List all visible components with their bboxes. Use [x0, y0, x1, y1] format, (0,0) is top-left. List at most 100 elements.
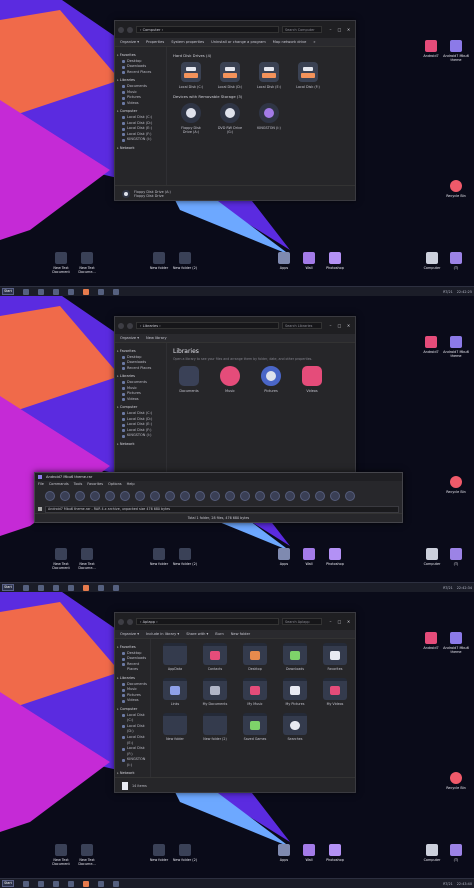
library-pictures[interactable]: Pictures: [259, 366, 283, 393]
desktop-icon-photoshop[interactable]: Photoshop: [320, 844, 350, 862]
sidebar-item-kingston[interactable]: KINGSTON (I:): [117, 137, 164, 143]
taskbar-icon-7[interactable]: [113, 584, 119, 591]
desktop-icon-t[interactable]: (T): [441, 252, 471, 270]
sidebar-item-disk-e[interactable]: Local Disk (E:): [117, 735, 148, 746]
taskbar-icon-5[interactable]: [83, 288, 89, 295]
sidebar-item-disk-c[interactable]: Local Disk (C:): [117, 713, 148, 724]
toolbar-organize[interactable]: Organize ▾: [120, 40, 139, 44]
folder-new-folder-2[interactable]: New folder (2): [201, 713, 229, 741]
desktop-icon-photoshop[interactable]: Photoshop: [320, 548, 350, 566]
start-button[interactable]: Start: [2, 880, 14, 887]
drive-e[interactable]: Local Disk (E:): [255, 62, 283, 89]
taskbar-icon-1[interactable]: [23, 880, 29, 887]
sidebar-item-kingston[interactable]: KINGSTON (I:): [117, 757, 148, 768]
folder-searches[interactable]: Searches: [281, 713, 309, 741]
taskbar-icon-5[interactable]: [83, 584, 89, 591]
kingston-drive[interactable]: KINGSTON (I:): [255, 103, 283, 134]
library-documents[interactable]: Documents: [177, 366, 201, 393]
tool-icon-18[interactable]: [300, 491, 310, 501]
toolbar-organize[interactable]: Organize ▾: [120, 336, 139, 340]
desktop-icon-theme[interactable]: Android7 Mbu6 theme: [441, 632, 471, 654]
dvd-drive[interactable]: DVD RW Drive (G:): [216, 103, 244, 134]
desktop-icon-t[interactable]: (T): [441, 844, 471, 862]
wizard-icon[interactable]: [135, 491, 145, 501]
toolbar-organize[interactable]: Organize ▾: [120, 632, 139, 636]
sidebar-item-kingston[interactable]: KINGSTON (I:): [117, 433, 164, 439]
tool-icon-17[interactable]: [285, 491, 295, 501]
taskbar-icon-1[interactable]: [23, 288, 29, 295]
toolbar-map-drive[interactable]: Map network drive: [273, 40, 307, 44]
taskbar-icon-4[interactable]: [68, 584, 74, 591]
add-icon[interactable]: [45, 491, 55, 501]
tray-clock[interactable]: 22:43:40: [457, 882, 472, 886]
forward-button[interactable]: [127, 618, 133, 625]
folder-contacts[interactable]: Contacts: [201, 643, 229, 671]
back-button[interactable]: [118, 26, 124, 33]
folder-saved-games[interactable]: Saved Games: [241, 713, 269, 741]
menu-options[interactable]: Options: [108, 482, 122, 486]
maximize-button[interactable]: □: [336, 27, 343, 33]
test-icon[interactable]: [75, 491, 85, 501]
tool-icon-21[interactable]: [345, 491, 355, 501]
taskbar-icon-4[interactable]: [68, 288, 74, 295]
menu-commands[interactable]: Commands: [49, 482, 69, 486]
back-button[interactable]: [118, 618, 124, 625]
desktop-icon-recycle-bin[interactable]: Recycle Bin: [441, 476, 471, 494]
menu-tools[interactable]: Tools: [74, 482, 83, 486]
desktop-icon-new-folder-2[interactable]: New folder (2): [170, 252, 200, 270]
sidebar-item-videos[interactable]: Videos: [117, 101, 164, 107]
library-music[interactable]: Music: [218, 366, 242, 393]
taskbar-icon-2[interactable]: [38, 584, 44, 591]
search-input[interactable]: Search Computer: [282, 26, 322, 33]
start-button[interactable]: Start: [2, 288, 14, 295]
tool-icon-16[interactable]: [270, 491, 280, 501]
removable-section-title[interactable]: Devices with Removable Storage (3): [173, 94, 349, 99]
taskbar-icon-2[interactable]: [38, 288, 44, 295]
sidebar-item-videos[interactable]: Videos: [117, 698, 148, 704]
folder-links[interactable]: Links: [161, 678, 189, 706]
repair-icon[interactable]: [165, 491, 175, 501]
toolbar-properties[interactable]: Properties: [146, 40, 164, 44]
forward-button[interactable]: [127, 322, 133, 329]
sidebar-item-recent[interactable]: Recent Places: [117, 662, 148, 673]
toolbar-include-library[interactable]: Include in library ▾: [146, 632, 179, 636]
tool-icon-14[interactable]: [240, 491, 250, 501]
taskbar-icon-1[interactable]: [23, 584, 29, 591]
desktop-icon-theme[interactable]: Android7 Mbu6 theme: [441, 40, 471, 62]
library-videos[interactable]: Videos: [300, 366, 324, 393]
minimize-button[interactable]: –: [327, 323, 334, 329]
forward-button[interactable]: [127, 26, 133, 33]
drive-d[interactable]: Local Disk (D:): [216, 62, 244, 89]
delete-icon[interactable]: [105, 491, 115, 501]
address-bar[interactable]: › Libraries ›: [136, 322, 279, 329]
toolbar-more[interactable]: »: [313, 40, 315, 44]
start-button[interactable]: Start: [2, 584, 14, 591]
minimize-button[interactable]: –: [327, 27, 334, 33]
desktop-icon-text-doc-2[interactable]: New Text Docume...: [72, 252, 102, 274]
taskbar-icon-3[interactable]: [53, 880, 59, 887]
view-icon[interactable]: [90, 491, 100, 501]
floppy-drive[interactable]: Floppy Disk Drive (A:): [177, 103, 205, 134]
sidebar-network[interactable]: Network: [117, 442, 164, 448]
menu-file[interactable]: File: [38, 482, 44, 486]
tool-icon-11[interactable]: [195, 491, 205, 501]
drive-c[interactable]: Local Disk (C:): [177, 62, 205, 89]
desktop-icon-recycle-bin[interactable]: Recycle Bin: [441, 772, 471, 790]
desktop-icon-photoshop[interactable]: Photoshop: [320, 252, 350, 270]
folder-my-music[interactable]: My Music: [241, 678, 269, 706]
desktop-icon-recycle-bin[interactable]: Recycle Bin: [441, 180, 471, 198]
archive-path-field[interactable]: Android7 Mbu6 theme.rar - RAR 4.x archiv…: [45, 505, 399, 513]
maximize-button[interactable]: □: [336, 323, 343, 329]
folder-favorites[interactable]: Favorites: [321, 643, 349, 671]
desktop-icon-text-doc-2[interactable]: New Text Docume...: [72, 548, 102, 570]
close-button[interactable]: ✕: [345, 27, 352, 33]
desktop-icon-text-doc-2[interactable]: New Text Docume...: [72, 844, 102, 866]
taskbar-icon-6[interactable]: [98, 288, 104, 295]
drive-f[interactable]: Local Disk (F:): [294, 62, 322, 89]
folder-my-videos[interactable]: My Videos: [321, 678, 349, 706]
tray-language[interactable]: RT/21: [443, 882, 453, 886]
taskbar-icon-3[interactable]: [53, 584, 59, 591]
up-icon[interactable]: [38, 507, 42, 511]
tool-icon-20[interactable]: [330, 491, 340, 501]
toolbar-share-with[interactable]: Share with ▾: [186, 632, 208, 636]
